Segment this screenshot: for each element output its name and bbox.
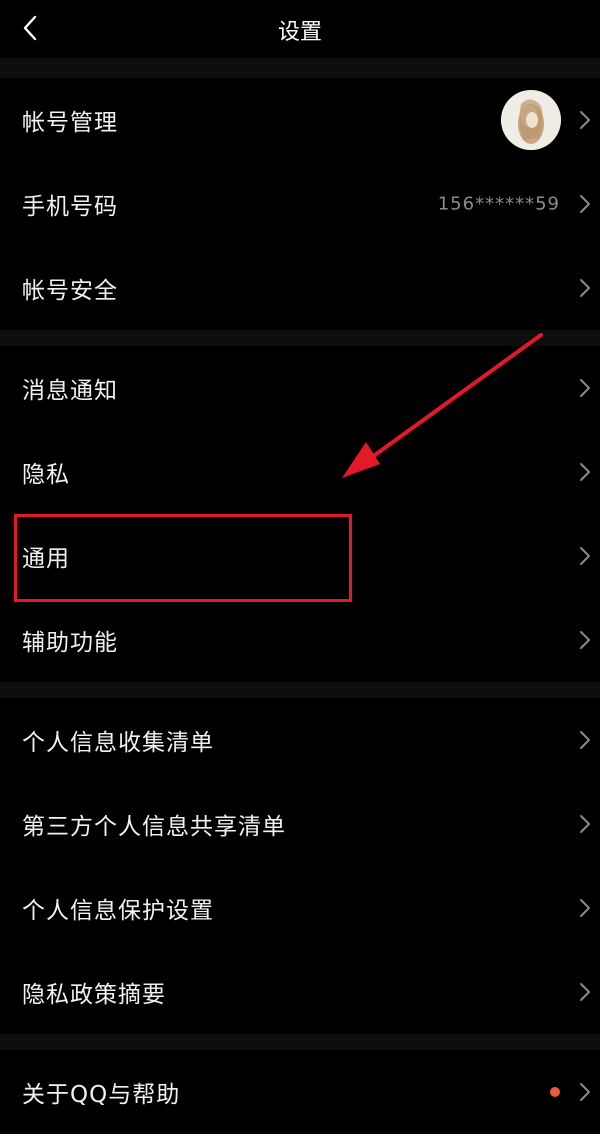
chevron-right-icon bbox=[580, 547, 590, 565]
row-label: 关于QQ与帮助 bbox=[22, 1082, 181, 1108]
row-label: 辅助功能 bbox=[22, 630, 118, 656]
settings-row-third-party-sharing[interactable]: 第三方个人信息共享清单 bbox=[0, 782, 600, 866]
settings-row-privacy[interactable]: 隐私 bbox=[0, 430, 600, 514]
chevron-right-icon bbox=[580, 983, 590, 1001]
chevron-right-icon bbox=[580, 463, 590, 481]
chevron-right-icon bbox=[580, 899, 590, 917]
settings-row-account-management[interactable]: 帐号管理 bbox=[0, 78, 600, 162]
row-label: 帐号安全 bbox=[22, 278, 118, 304]
chevron-right-icon bbox=[580, 195, 590, 213]
phone-number-value: 156******59 bbox=[437, 193, 560, 215]
row-label: 第三方个人信息共享清单 bbox=[22, 814, 286, 840]
settings-row-account-security[interactable]: 帐号安全 bbox=[0, 246, 600, 330]
chevron-right-icon bbox=[580, 731, 590, 749]
settings-row-personal-info-protection[interactable]: 个人信息保护设置 bbox=[0, 866, 600, 950]
row-label: 消息通知 bbox=[22, 378, 118, 404]
chevron-right-icon bbox=[580, 279, 590, 297]
row-label: 隐私政策摘要 bbox=[22, 982, 166, 1008]
settings-row-accessibility[interactable]: 辅助功能 bbox=[0, 598, 600, 682]
row-label: 个人信息保护设置 bbox=[22, 898, 214, 924]
row-label: 个人信息收集清单 bbox=[22, 730, 214, 756]
highlight-annotation-box bbox=[14, 514, 352, 602]
chevron-right-icon bbox=[580, 631, 590, 649]
chevron-right-icon bbox=[580, 815, 590, 833]
settings-row-personal-info-collection[interactable]: 个人信息收集清单 bbox=[0, 698, 600, 782]
chevron-right-icon bbox=[580, 1083, 590, 1101]
notification-badge-dot bbox=[550, 1087, 560, 1097]
avatar bbox=[501, 90, 561, 150]
row-label: 帐号管理 bbox=[22, 110, 118, 136]
avatar-image bbox=[501, 90, 561, 150]
chevron-right-icon bbox=[580, 379, 590, 397]
chevron-right-icon bbox=[580, 111, 590, 129]
page-title: 设置 bbox=[277, 20, 322, 45]
settings-row-privacy-policy-summary[interactable]: 隐私政策摘要 bbox=[0, 950, 600, 1034]
group-divider bbox=[0, 58, 600, 78]
group-divider bbox=[0, 682, 600, 698]
settings-row-phone-number[interactable]: 手机号码 156******59 bbox=[0, 162, 600, 246]
row-label: 隐私 bbox=[22, 462, 70, 488]
header-bar: 设置 bbox=[0, 0, 600, 58]
settings-row-about-qq-help[interactable]: 关于QQ与帮助 bbox=[0, 1050, 600, 1134]
group-divider bbox=[0, 330, 600, 346]
settings-row-notifications[interactable]: 消息通知 bbox=[0, 346, 600, 430]
group-divider bbox=[0, 1034, 600, 1050]
row-label: 手机号码 bbox=[22, 194, 118, 220]
